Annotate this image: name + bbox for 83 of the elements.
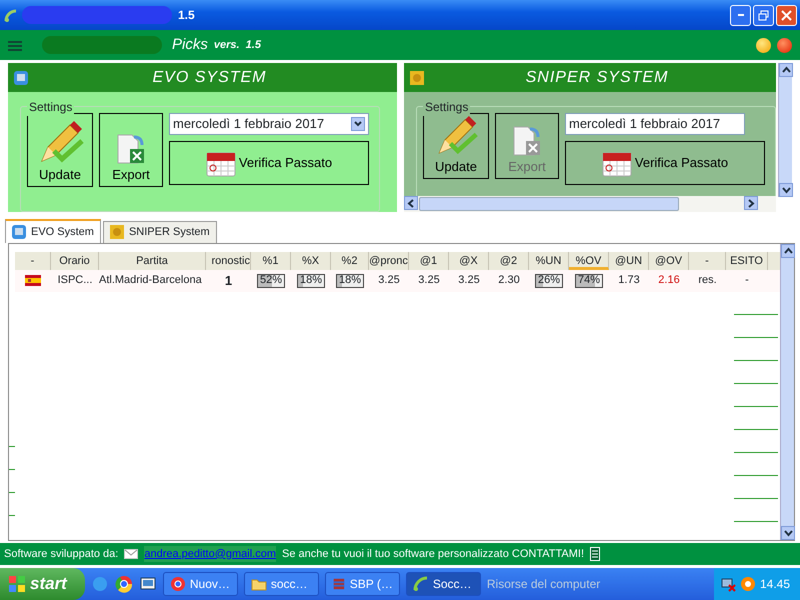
version-label: vers. 1.5 <box>214 38 261 53</box>
taskbar-button[interactable]: SBP (… <box>324 572 400 596</box>
app-title: Picks <box>172 34 208 55</box>
table-cell-text: 2.16 <box>658 273 680 288</box>
system-icon <box>410 70 424 84</box>
table-cell-text: 1 <box>224 272 232 290</box>
restore-icon <box>758 10 769 20</box>
update-button[interactable]: Update <box>27 113 93 187</box>
taskbar-button[interactable]: socc… <box>244 572 319 596</box>
clock: 14.45 <box>760 576 790 593</box>
restore-button[interactable] <box>753 4 774 26</box>
envelope-icon <box>124 549 138 559</box>
verify-past-button[interactable]: Verifica Passato <box>169 141 369 185</box>
chevron-up-icon <box>784 246 792 254</box>
table-cell-text: 3.25 <box>378 273 400 288</box>
table-cell-text: 3.25 <box>458 273 480 288</box>
document-icon <box>590 547 600 561</box>
chevron-down-icon <box>784 528 792 536</box>
dropdown-button[interactable] <box>351 117 365 131</box>
tab[interactable]: EVO System <box>5 219 101 242</box>
table-cell-text: 74% <box>578 273 600 288</box>
system-icon <box>14 70 28 84</box>
minimize-icon <box>738 14 744 16</box>
app-icon <box>3 7 19 23</box>
panel-title: SNIPER SYSTEM <box>524 68 670 88</box>
panel-title: EVO SYSTEM <box>151 68 268 88</box>
system-icon <box>12 224 26 239</box>
table-cell-text: 1.73 <box>618 273 640 288</box>
table-cell-text: ISPC... <box>58 273 92 288</box>
program-icon <box>332 576 346 592</box>
close-icon <box>781 10 792 20</box>
window-title: 1.5 <box>178 7 195 24</box>
flag-icon <box>25 275 41 286</box>
chevron-right-icon <box>747 198 755 208</box>
spreadsheet-export-icon <box>116 132 146 164</box>
close-button[interactable] <box>776 4 797 26</box>
table-cell-text: 3.25 <box>418 273 440 288</box>
spreadsheet-export-icon <box>512 124 542 156</box>
table-cell-text: 18% <box>338 273 362 288</box>
scroll-up-button[interactable] <box>781 244 795 258</box>
minimize-button[interactable] <box>730 4 751 26</box>
vertical-scrollbar[interactable] <box>778 63 792 197</box>
chevron-left-icon <box>407 198 415 208</box>
update-button[interactable]: Update <box>423 113 489 179</box>
table-cell-text: 18% <box>300 273 322 288</box>
date-value: mercoledì 1 febbraio 2017 <box>173 115 326 134</box>
chevron-up-icon <box>782 66 790 74</box>
program-icon <box>170 576 186 592</box>
scroll-up-button[interactable] <box>779 63 793 77</box>
table-cell-text: 2.30 <box>498 273 520 288</box>
minimize-dot[interactable] <box>756 38 771 52</box>
menu-icon <box>8 40 22 52</box>
taskbar-button[interactable]: Nuov… <box>162 572 238 596</box>
scroll-right-button[interactable] <box>744 196 758 210</box>
close-dot[interactable] <box>777 38 792 52</box>
chevron-down-icon <box>782 186 790 194</box>
scroll-thumb[interactable] <box>419 197 679 211</box>
program-icon <box>412 576 429 592</box>
network-icon[interactable] <box>720 576 736 592</box>
table-cell-text: res. <box>698 273 717 288</box>
table-cell-text: - <box>745 273 749 288</box>
table-cell-text: Atl.Madrid-Barcelona <box>99 273 202 288</box>
date-value: mercoledì 1 febbraio 2017 <box>569 115 722 134</box>
scroll-down-button[interactable] <box>779 183 793 197</box>
system-icon <box>110 225 124 240</box>
scroll-left-button[interactable] <box>404 196 418 210</box>
date-picker[interactable]: mercoledì 1 febbraio 2017 <box>169 113 369 135</box>
ring-icon[interactable] <box>740 576 756 592</box>
tab[interactable]: SNIPER System <box>102 221 217 242</box>
taskbar-button[interactable]: Socc… <box>406 572 481 596</box>
verify-past-button[interactable]: Verifica Passato <box>565 141 765 185</box>
scroll-down-button[interactable] <box>781 526 795 540</box>
date-picker[interactable]: mercoledì 1 febbraio 2017 <box>565 113 745 135</box>
credit-label: Software sviluppato da: <box>4 546 118 562</box>
windows-logo-icon <box>8 575 26 593</box>
table-cell-text: 26% <box>538 273 560 288</box>
table-cell-text: 52% <box>260 273 282 288</box>
contact-message: Se anche tu vuoi il tuo software personalizzato CONTATTAMI! <box>282 546 584 562</box>
round-browser-icon[interactable] <box>114 575 133 593</box>
chevron-down-icon <box>354 121 362 127</box>
vertical-scrollbar[interactable] <box>780 244 794 540</box>
horizontal-scrollbar[interactable] <box>404 196 776 212</box>
export-button[interactable]: Export <box>99 113 163 187</box>
